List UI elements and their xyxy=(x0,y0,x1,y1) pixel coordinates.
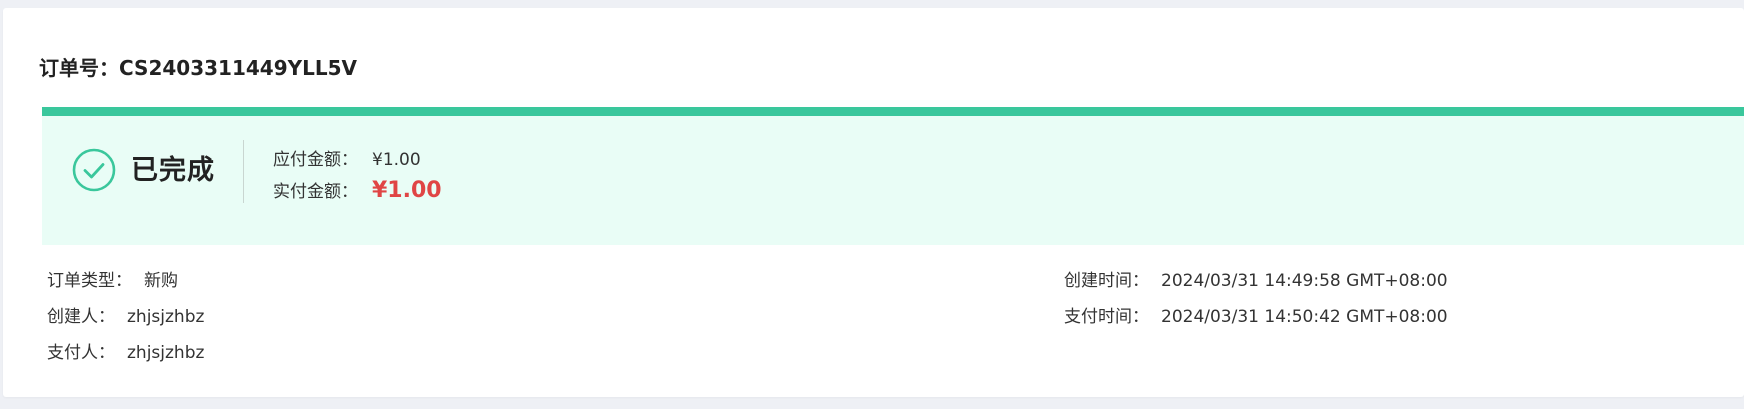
order-number-heading: 订单号：CS2403311449YLL5V xyxy=(39,56,357,80)
payer-label: 支付人： xyxy=(47,343,115,363)
created-time-row: 创建时间： 2024/03/31 14:49:58 GMT+08:00 xyxy=(1064,270,1448,292)
order-number-label: 订单号： xyxy=(39,56,119,80)
amount-due-label: 应付金额： xyxy=(273,150,358,170)
order-detail-card: 订单号：CS2403311449YLL5V 已完成 应付金额： ¥1.00 实付… xyxy=(3,8,1744,397)
amount-due-value: ¥1.00 xyxy=(372,150,421,170)
creator-value: zhjsjzhbz xyxy=(127,307,205,327)
order-status-panel: 已完成 应付金额： ¥1.00 实付金额： ¥1.00 xyxy=(42,107,1744,245)
order-type-value: 新购 xyxy=(144,271,178,291)
amount-paid-label: 实付金额： xyxy=(273,182,358,202)
amount-due-row: 应付金额： ¥1.00 xyxy=(273,145,421,170)
paid-time-label: 支付时间： xyxy=(1064,307,1149,327)
status-accent-bar xyxy=(42,107,1744,116)
creator-row: 创建人： zhjsjzhbz xyxy=(47,306,204,328)
paid-time-row: 支付时间： 2024/03/31 14:50:42 GMT+08:00 xyxy=(1064,306,1448,328)
payer-value: zhjsjzhbz xyxy=(127,343,205,363)
payer-row: 支付人： zhjsjzhbz xyxy=(47,342,204,364)
order-type-row: 订单类型： 新购 xyxy=(47,270,178,292)
created-time-label: 创建时间： xyxy=(1064,271,1149,291)
order-type-label: 订单类型： xyxy=(47,271,132,291)
order-number-value: CS2403311449YLL5V xyxy=(119,56,357,80)
status-divider xyxy=(243,140,244,203)
check-circle-icon xyxy=(72,148,116,192)
paid-time-value: 2024/03/31 14:50:42 GMT+08:00 xyxy=(1161,307,1448,327)
amount-paid-row: 实付金额： ¥1.00 xyxy=(273,177,442,203)
order-status-text: 已完成 xyxy=(131,155,215,186)
created-time-value: 2024/03/31 14:49:58 GMT+08:00 xyxy=(1161,271,1448,291)
amount-paid-value: ¥1.00 xyxy=(372,178,442,203)
creator-label: 创建人： xyxy=(47,307,115,327)
